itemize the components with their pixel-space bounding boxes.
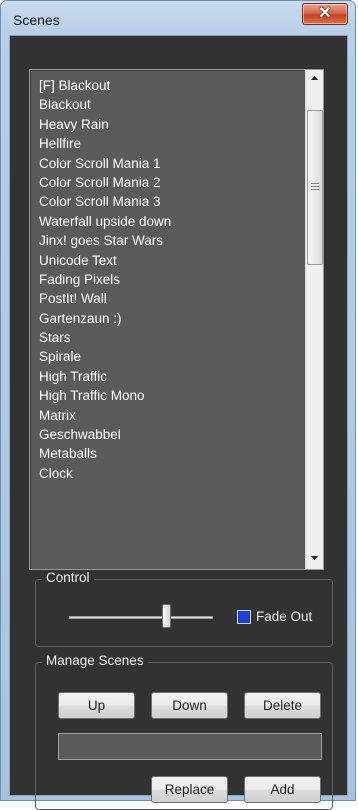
scene-list-item[interactable]: Jinx! goes Star Wars bbox=[30, 231, 305, 250]
up-button[interactable]: Up bbox=[58, 692, 135, 719]
scene-list-item[interactable]: Metaballs bbox=[30, 444, 305, 463]
speed-slider-track[interactable] bbox=[69, 616, 213, 619]
scene-list-item[interactable]: Heavy Rain bbox=[30, 115, 305, 134]
scene-name-input[interactable] bbox=[58, 733, 322, 760]
close-button[interactable]: ✕ bbox=[302, 3, 348, 25]
scene-list[interactable]: [F] Blackout Blackout Heavy Rain Hellfire Co… bbox=[29, 69, 324, 570]
manage-scenes-label: Manage Scenes bbox=[42, 653, 148, 668]
scroll-down-arrow-icon[interactable] bbox=[306, 551, 323, 568]
scroll-up-arrow-icon[interactable] bbox=[306, 71, 323, 88]
down-button[interactable]: Down bbox=[151, 692, 228, 719]
scene-list-item[interactable]: Clock bbox=[30, 464, 305, 483]
scroll-thumb[interactable] bbox=[307, 110, 323, 265]
scene-list-items: [F] Blackout Blackout Heavy Rain Hellfire Co… bbox=[30, 76, 305, 483]
scene-list-item[interactable]: Stars bbox=[30, 328, 305, 347]
replace-button[interactable]: Replace bbox=[151, 776, 228, 803]
scene-list-item[interactable]: High Traffic bbox=[30, 367, 305, 386]
fade-out-checkbox[interactable] bbox=[237, 610, 251, 624]
scene-list-item[interactable]: Spirale bbox=[30, 347, 305, 366]
client-area: [F] Blackout Blackout Heavy Rain Hellfire Co… bbox=[9, 35, 348, 810]
scene-list-item[interactable]: Geschwabbel bbox=[30, 425, 305, 444]
window-title: Scenes bbox=[13, 12, 60, 28]
delete-button[interactable]: Delete bbox=[244, 692, 321, 719]
scene-list-item[interactable]: PostIt! Wall bbox=[30, 289, 305, 308]
scroll-grip-icon bbox=[311, 183, 319, 192]
scene-list-item[interactable]: High Traffic Mono bbox=[30, 386, 305, 405]
manage-scenes-group: Manage Scenes Up Down Delete Replace Add bbox=[35, 653, 333, 810]
close-icon: ✕ bbox=[318, 5, 332, 22]
scene-list-item[interactable]: Waterfall upside down bbox=[30, 212, 305, 231]
scenes-window: Scenes ✕ [F] Blackout Blackout Heavy Rain H… bbox=[0, 0, 356, 810]
add-button[interactable]: Add bbox=[244, 776, 321, 803]
scene-list-item[interactable]: Gartenzaun :) bbox=[30, 309, 305, 328]
control-group: Control Fade Out bbox=[35, 570, 333, 647]
scene-list-item[interactable]: Color Scroll Mania 3 bbox=[30, 192, 305, 211]
scene-list-item[interactable]: Fading Pixels bbox=[30, 270, 305, 289]
fade-out-label[interactable]: Fade Out bbox=[256, 609, 312, 624]
scene-list-item[interactable]: Color Scroll Mania 2 bbox=[30, 173, 305, 192]
speed-slider-thumb[interactable] bbox=[162, 604, 172, 628]
scene-list-item[interactable]: Color Scroll Mania 1 bbox=[30, 154, 305, 173]
list-scrollbar[interactable] bbox=[305, 70, 323, 569]
control-group-label: Control bbox=[42, 570, 94, 585]
scene-list-item[interactable]: Blackout bbox=[30, 95, 305, 114]
scene-list-item[interactable]: [F] Blackout bbox=[30, 76, 305, 95]
scene-list-item[interactable]: Unicode Text bbox=[30, 251, 305, 270]
title-bar[interactable]: Scenes ✕ bbox=[1, 1, 355, 35]
scene-list-item[interactable]: Hellfire bbox=[30, 134, 305, 153]
scene-list-item[interactable]: Matrix bbox=[30, 406, 305, 425]
